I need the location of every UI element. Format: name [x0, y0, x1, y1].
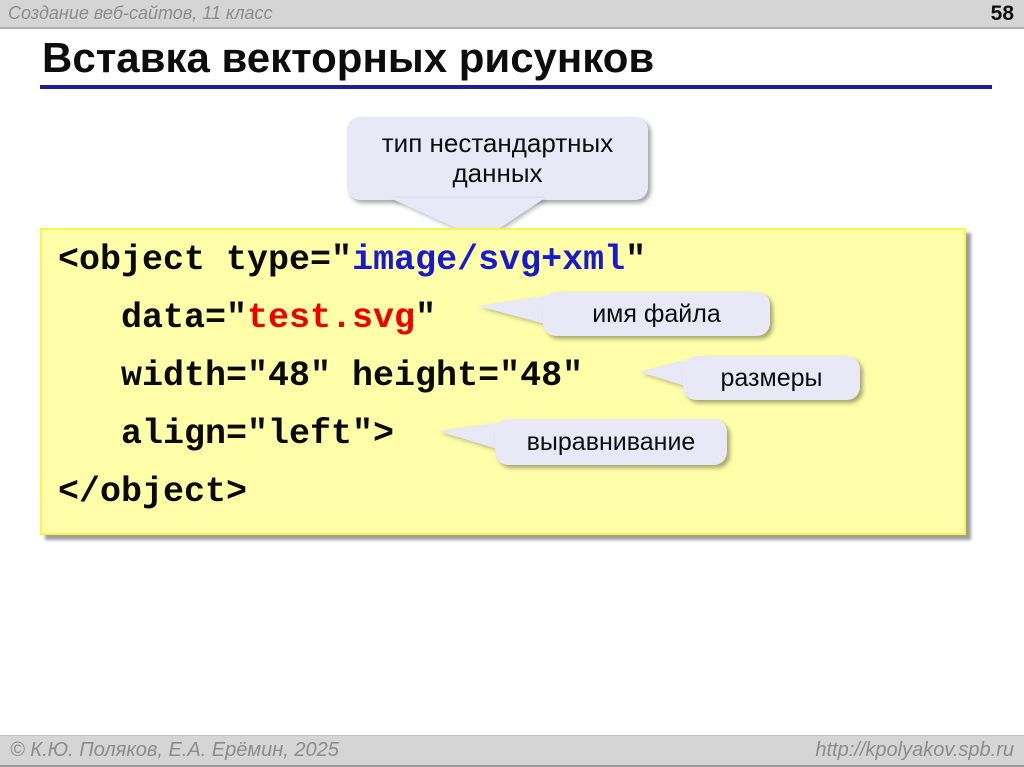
callout-size-label: размеры — [721, 364, 823, 393]
header-bar: Создание веб-сайтов, 11 класс 58 — [0, 0, 1024, 29]
callout-data-type: тип нестандартных данных — [347, 117, 648, 200]
footer-bar: © К.Ю. Поляков, Е.А. Ерёмин, 2025 http:/… — [0, 735, 1024, 767]
slide-title: Вставка векторных рисунков — [42, 34, 654, 82]
callout-size-tail — [640, 358, 685, 388]
code-line: </object> — [58, 463, 964, 521]
title-underline — [40, 85, 992, 89]
callout-align-label: выравнивание — [527, 428, 696, 457]
callout-filename-tail — [478, 294, 545, 326]
page-number: 58 — [991, 2, 1014, 26]
footer-copyright: © К.Ю. Поляков, Е.А. Ерёмин, 2025 — [10, 739, 339, 762]
footer-url[interactable]: http://kpolyakov.spb.ru — [815, 739, 1014, 762]
callout-size: размеры — [683, 356, 860, 400]
course-title: Создание веб-сайтов, 11 класс — [8, 3, 273, 24]
callout-align-tail — [438, 421, 497, 451]
callout-data-type-label: тип нестандартных данных — [365, 129, 630, 189]
slide: Создание веб-сайтов, 11 класс 58 Вставка… — [0, 0, 1024, 767]
callout-filename-label: имя файла — [592, 300, 721, 329]
callout-filename: имя файла — [543, 292, 770, 336]
callout-align: выравнивание — [495, 419, 727, 465]
code-line: <object type="image/svg+xml" — [58, 231, 964, 289]
